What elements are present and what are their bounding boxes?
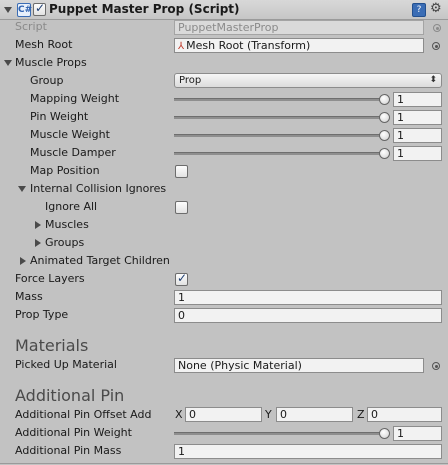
inspector-panel: C# ✓ Puppet Master Prop (Script) ? ⚙ Scr… [0, 0, 448, 465]
script-field: PuppetMasterProp [174, 20, 424, 35]
muscle-damper-slider[interactable] [174, 152, 384, 155]
mesh-root-field[interactable]: ⅄ Mesh Root (Transform) [174, 38, 424, 53]
muscle-weight-slider-thumb[interactable] [379, 130, 390, 141]
muscle-damper-value: 1 [397, 147, 404, 160]
groups-foldout-icon[interactable] [35, 239, 41, 247]
offset-z-field[interactable]: 0 [367, 407, 442, 422]
map-position-checkbox[interactable] [175, 165, 188, 178]
mass-value: 1 [178, 291, 185, 304]
pin-weight-field[interactable]: 1 [393, 110, 442, 125]
additional-pin-weight-value: 1 [397, 427, 404, 440]
mapping-weight-label: Mapping Weight [30, 92, 120, 105]
picked-up-material-value: None (Physic Material) [178, 359, 302, 372]
muscle-damper-field[interactable]: 1 [393, 146, 442, 161]
mass-field[interactable]: 1 [174, 290, 442, 305]
panel-divider [0, 463, 448, 464]
pin-weight-slider-thumb[interactable] [379, 112, 390, 123]
prop-type-field[interactable]: 0 [174, 308, 442, 323]
muscle-weight-label: Muscle Weight [30, 128, 110, 141]
mapping-weight-field[interactable]: 1 [393, 92, 442, 107]
mesh-root-picker-icon[interactable] [432, 42, 440, 50]
muscle-weight-field[interactable]: 1 [393, 128, 442, 143]
checkmark-icon: ✓ [177, 271, 188, 285]
ignore-all-label: Ignore All [45, 200, 98, 213]
internal-collision-ignores-label[interactable]: Internal Collision Ignores [30, 182, 166, 196]
group-dropdown[interactable]: Prop ⬍ [174, 73, 442, 88]
mesh-root-value: Mesh Root (Transform) [186, 39, 311, 52]
offset-y-field[interactable]: 0 [276, 407, 353, 422]
animated-target-children-foldout-icon[interactable] [20, 257, 26, 265]
muscles-foldout-icon[interactable] [35, 221, 41, 229]
map-position-label: Map Position [30, 164, 100, 177]
offset-z-value: 0 [371, 408, 378, 421]
offset-y-label: Y [265, 408, 272, 421]
groups-label[interactable]: Groups [45, 236, 84, 250]
muscles-label[interactable]: Muscles [45, 218, 89, 232]
muscle-damper-slider-thumb[interactable] [379, 148, 390, 159]
component-header[interactable]: C# ✓ Puppet Master Prop (Script) ? ⚙ [0, 0, 448, 20]
offset-x-label: X [175, 408, 183, 421]
muscle-weight-value: 1 [397, 129, 404, 142]
mapping-weight-value: 1 [397, 93, 404, 106]
transform-icon: ⅄ [178, 41, 185, 52]
gear-icon[interactable]: ⚙ [430, 1, 442, 16]
additional-pin-offset-label: Additional Pin Offset Add [15, 408, 152, 421]
offset-z-label: Z [357, 408, 365, 421]
script-label: Script [15, 20, 47, 33]
force-layers-label: Force Layers [15, 272, 85, 285]
component-foldout-arrow-icon[interactable] [4, 7, 12, 13]
ignore-all-checkbox[interactable] [175, 201, 188, 214]
internal-collision-ignores-foldout-icon[interactable] [18, 186, 26, 192]
additional-pin-heading: Additional Pin [15, 386, 125, 405]
prop-type-label: Prop Type [15, 308, 69, 321]
prop-type-value: 0 [178, 309, 185, 322]
component-enabled-checkbox[interactable]: ✓ [33, 1, 46, 16]
picked-up-material-picker-icon[interactable] [432, 362, 440, 370]
additional-pin-weight-label: Additional Pin Weight [15, 426, 132, 439]
script-value: PuppetMasterProp [178, 21, 279, 34]
pin-weight-label: Pin Weight [30, 110, 89, 123]
pin-weight-slider[interactable] [174, 116, 384, 119]
additional-pin-weight-slider[interactable] [174, 432, 384, 435]
picked-up-material-field[interactable]: None (Physic Material) [174, 358, 424, 373]
group-label: Group [30, 74, 64, 87]
component-title: Puppet Master Prop (Script) [49, 2, 240, 16]
mapping-weight-slider[interactable] [174, 98, 384, 101]
dropdown-arrows-icon: ⬍ [429, 75, 437, 85]
picked-up-material-label: Picked Up Material [15, 358, 117, 371]
muscle-weight-slider[interactable] [174, 134, 384, 137]
mass-label: Mass [15, 290, 43, 303]
additional-pin-mass-label: Additional Pin Mass [15, 444, 122, 457]
offset-x-field[interactable]: 0 [185, 407, 262, 422]
script-component-icon: C# [17, 3, 33, 17]
group-value: Prop [179, 75, 202, 86]
muscle-props-label[interactable]: Muscle Props [15, 56, 87, 70]
animated-target-children-label[interactable]: Animated Target Children [30, 254, 170, 268]
muscle-props-foldout-icon[interactable] [4, 60, 12, 66]
checkmark-icon: ✓ [35, 1, 46, 15]
muscle-damper-label: Muscle Damper [30, 146, 116, 159]
force-layers-checkbox[interactable]: ✓ [175, 271, 188, 286]
mapping-weight-slider-thumb[interactable] [379, 94, 390, 105]
materials-heading: Materials [15, 336, 89, 355]
offset-x-value: 0 [189, 408, 196, 421]
help-icon[interactable]: ? [412, 3, 426, 17]
additional-pin-mass-value: 1 [178, 445, 185, 458]
offset-y-value: 0 [280, 408, 287, 421]
additional-pin-weight-slider-thumb[interactable] [379, 428, 390, 439]
mesh-root-label: Mesh Root [15, 38, 73, 51]
additional-pin-mass-field[interactable]: 1 [174, 444, 442, 459]
script-picker-icon [433, 24, 441, 32]
additional-pin-weight-field[interactable]: 1 [393, 426, 442, 441]
pin-weight-value: 1 [397, 111, 404, 124]
